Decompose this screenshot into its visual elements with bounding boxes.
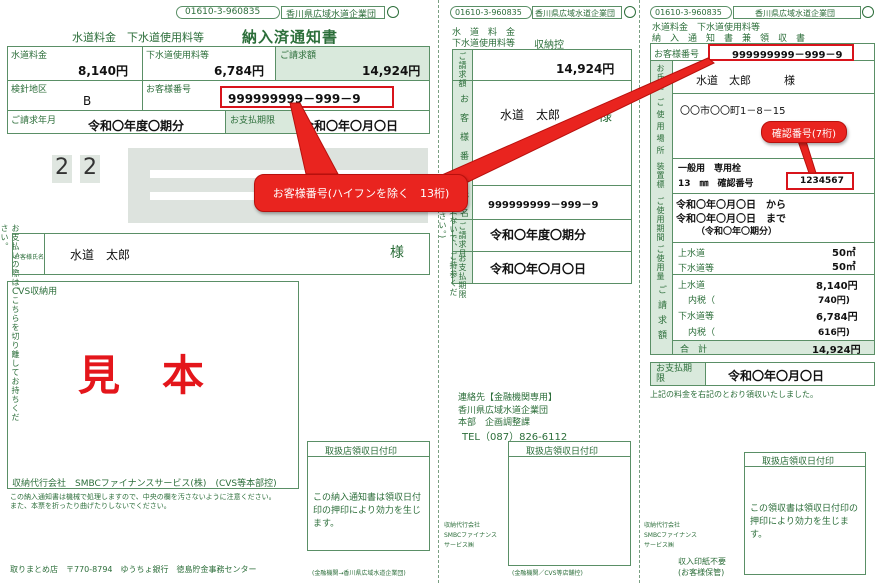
right-cut-line <box>639 0 640 583</box>
left-agent: 収納代行会社 SMBCファイナンスサービス(株) (CVS等本部控) <box>12 479 277 489</box>
left-subtitle: 水道料金 下水道使用料等 <box>72 31 204 44</box>
right-stamp-title: 取扱店領収日付印 <box>762 457 835 467</box>
right-device-2: 13 ㎜ 確認番号 <box>678 179 754 189</box>
mid-contact-title: 連絡先【金融機関専用】 <box>458 393 558 403</box>
confirm-no-highlight <box>786 172 854 190</box>
due-label: お支払期限 <box>230 116 276 126</box>
right-water-tax-label: 内税（ <box>688 296 716 306</box>
mid-subtitle-2: 下水道使用料等 <box>452 39 516 49</box>
customer-no-highlight <box>220 86 394 108</box>
mid-table <box>452 49 632 284</box>
mid-seal-icon <box>624 6 636 18</box>
water-fee-label: 水道料金 <box>11 51 48 61</box>
billed-label: ご請求額 <box>280 51 317 61</box>
mid-agent-3: サービス㈱ <box>444 542 475 549</box>
right-water-tax: 740円) <box>818 296 850 306</box>
right-stamp-note: この領収書は領収日付印の押印により効力を生じます。 <box>750 504 859 540</box>
right-code: 01610-3-960835 <box>655 8 722 17</box>
left-org: 香川県広域水道企業団 <box>286 10 377 20</box>
left-notice-2: また、本票を折ったり曲げたりしないでください。 <box>10 502 171 510</box>
mid-name: 水道 太郎 <box>500 108 561 122</box>
right-stamp-free: 収入印紙不要 <box>678 557 726 566</box>
mid-side-note: (ないで、ご持参ください。) <box>438 212 458 298</box>
customer-no-label: お客様番号 <box>146 85 192 95</box>
right-total-label: 合 計 <box>680 345 708 355</box>
right-bill-sewer-label: 下水道等 <box>678 312 715 322</box>
right-bill-sewer: 6,784円 <box>816 312 858 323</box>
mid-org: 香川県広域水道企業団 <box>535 9 615 18</box>
seal-icon <box>387 6 399 18</box>
mid-contact-dept: 本部 企画調整課 <box>458 418 531 428</box>
mid-code: 01610-3-960835 <box>455 8 522 17</box>
customer-no-callout: お客様番号(ハイフンを除く 13桁) <box>254 174 468 212</box>
sample-watermark: 見 本 <box>78 351 205 400</box>
left-honorific: 様 <box>390 245 404 261</box>
left-footer: 取りまとめ店 〒770-8794 ゆうちょ銀行 徳島貯金事務センター <box>10 565 257 574</box>
mid-agent-2: SMBCファイナンス <box>444 532 497 539</box>
period-value: 令和〇年度〇期分 <box>88 119 185 133</box>
mid-footer-2: (金融機関／CVS等店舗控) <box>512 570 583 577</box>
left-stamp-note: この納入通知書は領収日付印の押印により効力を生じます。 <box>313 493 422 529</box>
right-usage-period-1: 令和〇年〇月〇日 から <box>676 200 786 211</box>
right-usage-period-label: ご使用期間 <box>656 197 665 242</box>
mid-stamp-title: 取扱店領収日付印 <box>526 447 599 457</box>
left-name-value: 水道 太郎 <box>70 248 131 262</box>
digit-2: 2 <box>83 155 97 180</box>
right-name-label: お氏名 <box>656 64 665 91</box>
right-bill-label: ご請求額 <box>656 285 666 345</box>
right-device-1: 一般用 専用栓 <box>678 164 742 174</box>
right-bill-water: 8,140円 <box>816 281 858 292</box>
right-water-label: 上水道 <box>678 249 706 259</box>
right-customer-no-highlight <box>708 44 854 61</box>
right-sewer-usage: 50㎥ <box>832 262 856 273</box>
mid-stamp-box <box>508 441 631 566</box>
right-sewer-tax: 616円) <box>818 328 850 338</box>
mid-customer-no: 999999999－999－9 <box>488 200 599 211</box>
left-name-label: お客様氏名 <box>14 254 45 261</box>
right-footer: (お客様保管) <box>678 568 725 577</box>
right-agent-1: 収納代行会社 <box>644 522 681 529</box>
mid-billed-value: 14,924円 <box>556 62 615 76</box>
right-due-label: お支払期限 <box>656 364 693 384</box>
right-agent-2: SMBCファイナンス <box>644 532 697 539</box>
right-total: 14,924円 <box>812 345 861 356</box>
left-stamp-title: 取扱店領収日付印 <box>325 447 398 457</box>
right-sewer-label: 下水道等 <box>678 264 715 274</box>
right-org: 香川県広域水道企業団 <box>755 9 835 18</box>
right-agent-3: サービス㈱ <box>644 542 675 549</box>
confirm-no-callout: 確認番号(7桁) <box>761 121 847 143</box>
cvs-label: CVS収納用 <box>12 287 58 297</box>
right-sewer-tax-label: 内税（ <box>688 328 716 338</box>
mid-due: 令和〇年〇月〇日 <box>490 262 587 276</box>
mid-billed-label: ご請求額 <box>458 52 467 88</box>
right-usage-label: ご使用量 <box>656 245 665 281</box>
right-bill-water-label: 上水道 <box>678 281 706 291</box>
sewer-fee-value: 6,784円 <box>214 64 264 78</box>
right-receipt-note: 上記の料金を右記のとおり領収いたしました。 <box>650 390 818 399</box>
mid-honorific: 様 <box>598 109 612 125</box>
district-value: B <box>83 94 92 108</box>
right-place-label: ご使用場所 <box>656 98 665 158</box>
digit-1: 2 <box>55 155 69 180</box>
right-customer-no-label: お客様番号 <box>654 50 700 60</box>
right-due: 令和〇年〇月〇日 <box>728 369 825 383</box>
billed-value: 14,924円 <box>362 64 421 78</box>
due-value: 令和〇年〇月〇日 <box>302 119 399 133</box>
district-label: 検針地区 <box>11 85 48 95</box>
water-fee-value: 8,140円 <box>78 64 128 78</box>
mid-footer-1: (金融機関→香川県広域水道企業団) <box>312 570 406 577</box>
left-title: 納入済通知書 <box>242 28 339 46</box>
mid-period: 令和〇年度〇期分 <box>490 228 587 242</box>
right-usage-period-2: 令和〇年〇月〇日 まで <box>676 214 786 225</box>
right-place: 〇〇市〇〇町1－8－15 <box>680 106 786 117</box>
right-water-usage: 50㎥ <box>832 248 856 259</box>
left-code: 01610-3-960835 <box>185 7 261 17</box>
mid-agent-1: 収納代行会社 <box>444 522 481 529</box>
right-seal-icon <box>862 6 874 18</box>
right-name: 水道 太郎 様 <box>696 74 795 87</box>
period-label: ご請求年月 <box>11 116 57 126</box>
right-usage-period-3: （令和〇年〇期分） <box>696 227 778 237</box>
sewer-fee-label: 下水道使用料等 <box>146 51 210 61</box>
right-device-label: 装置標 <box>656 162 665 189</box>
